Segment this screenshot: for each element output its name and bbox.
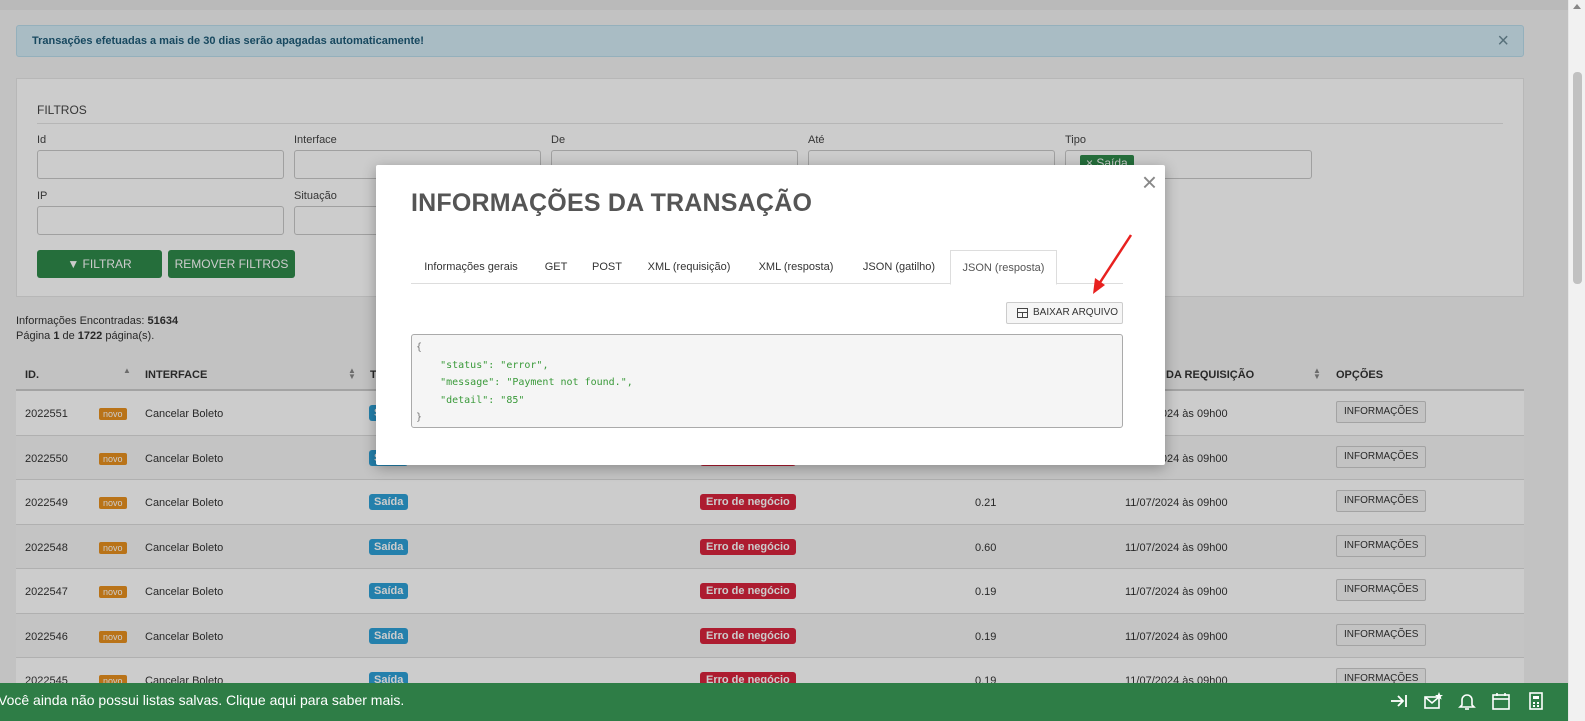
tab-json-resposta[interactable]: JSON (resposta) xyxy=(950,250,1057,285)
tab-informacoes-gerais[interactable]: Informações gerais xyxy=(411,250,531,284)
mail-star-icon[interactable] xyxy=(1423,691,1443,711)
scroll-up-icon[interactable] xyxy=(1573,4,1581,9)
tab-get[interactable]: GET xyxy=(533,250,579,284)
download-file-button[interactable]: BAIXAR ARQUIVO xyxy=(1006,302,1123,324)
json-response-viewer[interactable]: { "status": "error", "message": "Payment… xyxy=(411,334,1123,428)
calendar-icon[interactable] xyxy=(1491,691,1511,711)
bell-icon[interactable] xyxy=(1457,691,1477,711)
scroll-thumb[interactable] xyxy=(1573,72,1582,284)
tab-post[interactable]: POST xyxy=(581,250,633,284)
code-line: { xyxy=(416,342,423,353)
code-line: "status": "error", xyxy=(416,359,549,371)
table-icon xyxy=(1017,308,1028,318)
tab-xml-requisicao[interactable]: XML (requisição) xyxy=(635,250,743,284)
code-line: } xyxy=(416,412,423,423)
code-line: "detail": "85" xyxy=(416,394,525,406)
bottom-bar: Você ainda não possui listas salvas. Cli… xyxy=(0,683,1568,721)
modal-title: INFORMAÇÕES DA TRANSAÇÃO xyxy=(411,189,813,217)
arrow-to-right-icon[interactable] xyxy=(1389,691,1409,711)
tab-xml-resposta[interactable]: XML (resposta) xyxy=(745,250,847,284)
calculator-icon[interactable] xyxy=(1526,691,1546,711)
transaction-info-modal: × INFORMAÇÕES DA TRANSAÇÃO Informações g… xyxy=(376,165,1165,465)
modal-close-icon[interactable]: × xyxy=(1142,169,1157,195)
tab-json-gatilho[interactable]: JSON (gatilho) xyxy=(849,250,949,284)
annotation-arrow xyxy=(1093,234,1133,294)
page-scrollbar[interactable] xyxy=(1568,0,1585,721)
download-button-label: BAIXAR ARQUIVO xyxy=(1033,307,1119,318)
saved-lists-message[interactable]: Você ainda não possui listas salvas. Cli… xyxy=(0,683,404,717)
modal-tabs: Informações gerais GET POST XML (requisi… xyxy=(411,250,1123,285)
code-line: "message": "Payment not found.", xyxy=(416,377,633,388)
